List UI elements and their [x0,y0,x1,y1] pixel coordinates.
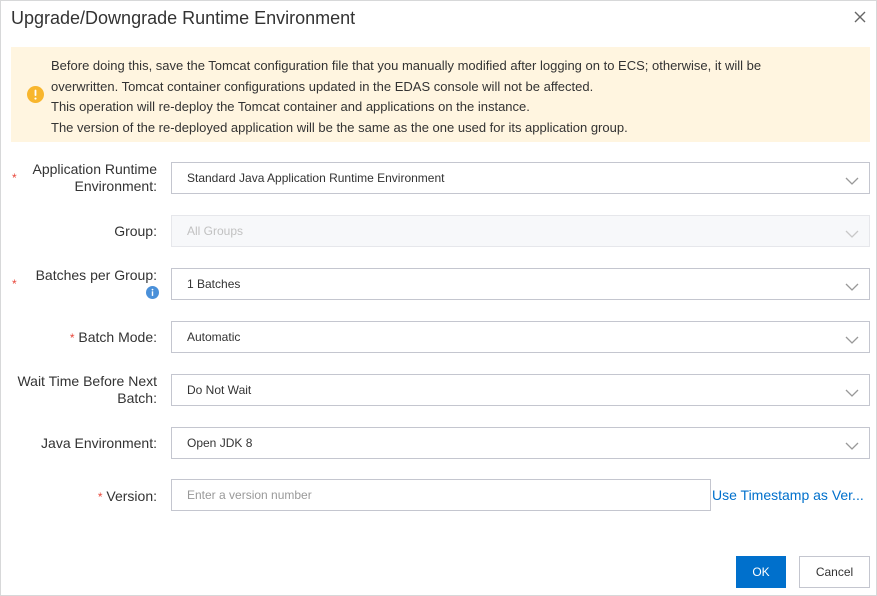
info-icon[interactable] [146,286,159,299]
chevron-down-icon [845,173,859,185]
ok-button[interactable]: OK [736,556,786,588]
java-env-label: Java Environment: [41,435,157,451]
warning-notice: Before doing this, save the Tomcat confi… [11,47,870,142]
chevron-down-icon [845,438,859,450]
chevron-down-icon [845,279,859,291]
notice-line: The version of the re-deployed applicati… [51,119,628,135]
group-select: All Groups [171,215,870,247]
runtime-select[interactable]: Standard Java Application Runtime Enviro… [171,162,870,194]
use-timestamp-link[interactable]: Use Timestamp as Ver... [712,487,864,503]
batch-mode-select-value: Automatic [187,330,241,344]
batch-mode-label: * Batch Mode: [70,329,157,347]
batch-mode-label-text: Batch Mode: [78,329,157,345]
group-select-value: All Groups [187,224,244,238]
batches-label: Batches per Group: [35,267,157,283]
dialog-title: Upgrade/Downgrade Runtime Environment [11,8,356,28]
required-mark: * [69,331,75,345]
batch-mode-select[interactable]: Automatic [171,321,870,353]
runtime-label-line1: Application Runtime [32,161,157,177]
notice-line: This operation will re-deploy the Tomcat… [51,99,530,114]
upgrade-dialog: Upgrade/Downgrade Runtime Environment Be… [0,0,877,596]
wait-time-label-line2: Batch: [117,390,157,406]
warning-icon [27,86,44,103]
wait-time-label: Wait Time Before Next Batch: [17,373,157,407]
wait-time-label-line1: Wait Time Before Next [17,373,157,389]
chevron-down-icon [845,385,859,397]
group-label: Group: [114,223,157,239]
cancel-button[interactable]: Cancel [799,556,870,588]
wait-time-select-value: Do Not Wait [187,383,252,397]
batches-select[interactable]: 1 Batches [171,268,870,300]
notice-line: Before doing this, save the Tomcat confi… [51,58,762,73]
required-mark: * [12,277,17,291]
batches-select-value: 1 Batches [187,277,241,291]
chevron-down-icon [845,226,859,238]
wait-time-select[interactable]: Do Not Wait [171,374,870,406]
notice-text: Before doing this, save the Tomcat confi… [51,56,850,138]
version-input[interactable] [171,479,711,511]
required-mark: * [97,490,103,504]
version-label-text: Version: [106,488,157,504]
java-env-select-value: Open JDK 8 [187,436,253,450]
chevron-down-icon [845,332,859,344]
close-icon[interactable] [850,7,870,27]
runtime-label-line2: Environment: [74,178,157,194]
notice-line: overwritten. Tomcat container configurat… [51,78,594,94]
java-env-select[interactable]: Open JDK 8 [171,427,870,459]
version-label: * Version: [98,488,157,506]
runtime-select-value: Standard Java Application Runtime Enviro… [187,171,445,185]
required-mark: * [12,171,17,185]
runtime-label: Application Runtime Environment: [32,161,157,195]
